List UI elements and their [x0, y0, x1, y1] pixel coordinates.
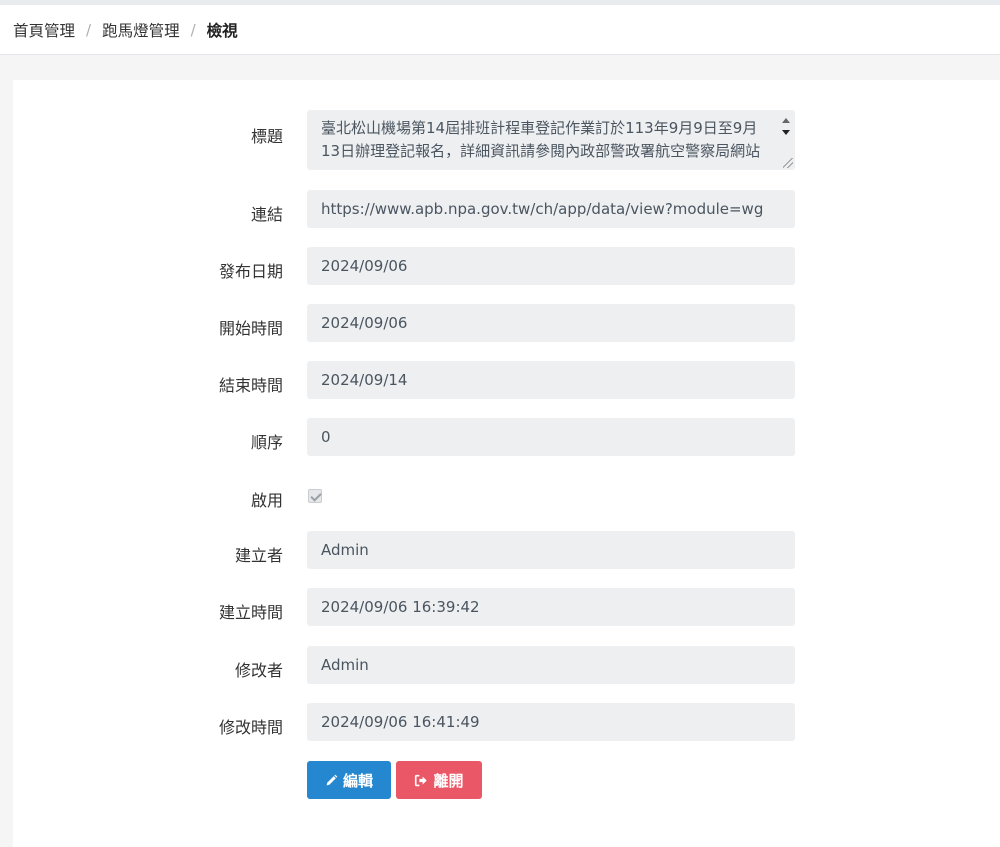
textarea-scrollbar[interactable] [780, 114, 792, 160]
breadcrumb-separator: / [86, 21, 92, 39]
end-time-label: 結束時間 [218, 376, 283, 395]
modifier-label: 修改者 [234, 661, 283, 680]
breadcrumb-separator: / [190, 21, 196, 39]
creator-label: 建立者 [234, 546, 283, 565]
created-time-label: 建立時間 [218, 603, 283, 622]
sign-out-icon [415, 774, 428, 786]
enabled-checkbox[interactable] [308, 489, 322, 503]
order-label: 順序 [250, 433, 283, 452]
title-textarea[interactable]: 臺北松山機場第14屆排班計程車登記作業訂於113年9月9日至9月13日辦理登記報… [307, 110, 795, 170]
breadcrumb-marquee[interactable]: 跑馬燈管理 [102, 19, 180, 41]
resize-grip-icon[interactable] [783, 158, 793, 168]
breadcrumb: 首頁管理 / 跑馬燈管理 / 檢視 [13, 5, 238, 55]
enabled-label: 啟用 [250, 491, 283, 510]
link-label: 連結 [250, 205, 283, 224]
breadcrumb-bar: 首頁管理 / 跑馬燈管理 / 檢視 [0, 5, 1000, 55]
end-time-field[interactable]: 2024/09/14 [307, 361, 795, 399]
edit-button-label: 編輯 [342, 771, 373, 790]
start-time-label: 開始時間 [218, 319, 283, 338]
modifier-field[interactable]: Admin [307, 646, 795, 684]
edit-button[interactable]: 編輯 [307, 761, 391, 799]
modified-time-field[interactable]: 2024/09/06 16:41:49 [307, 703, 795, 741]
breadcrumb-current: 檢視 [206, 22, 238, 40]
scroll-up-icon[interactable] [782, 118, 790, 123]
modified-time-label: 修改時間 [218, 718, 283, 737]
title-label: 標題 [250, 127, 283, 146]
creator-field[interactable]: Admin [307, 531, 795, 569]
leave-button[interactable]: 離開 [396, 761, 482, 799]
publish-date-label: 發布日期 [218, 262, 283, 281]
leave-button-label: 離開 [433, 771, 464, 790]
order-field[interactable]: 0 [307, 418, 795, 456]
pencil-icon [326, 774, 338, 785]
view-form-card: 標題 臺北松山機場第14屆排班計程車登記作業訂於113年9月9日至9月13日辦理… [13, 80, 1000, 847]
publish-date-field[interactable]: 2024/09/06 [307, 247, 795, 285]
scroll-down-icon[interactable] [782, 130, 790, 135]
breadcrumb-home[interactable]: 首頁管理 [13, 19, 75, 41]
created-time-field[interactable]: 2024/09/06 16:39:42 [307, 588, 795, 626]
link-field[interactable]: https://www.apb.npa.gov.tw/ch/app/data/v… [307, 190, 795, 228]
start-time-field[interactable]: 2024/09/06 [307, 304, 795, 342]
title-value: 臺北松山機場第14屆排班計程車登記作業訂於113年9月9日至9月13日辦理登記報… [321, 119, 761, 160]
